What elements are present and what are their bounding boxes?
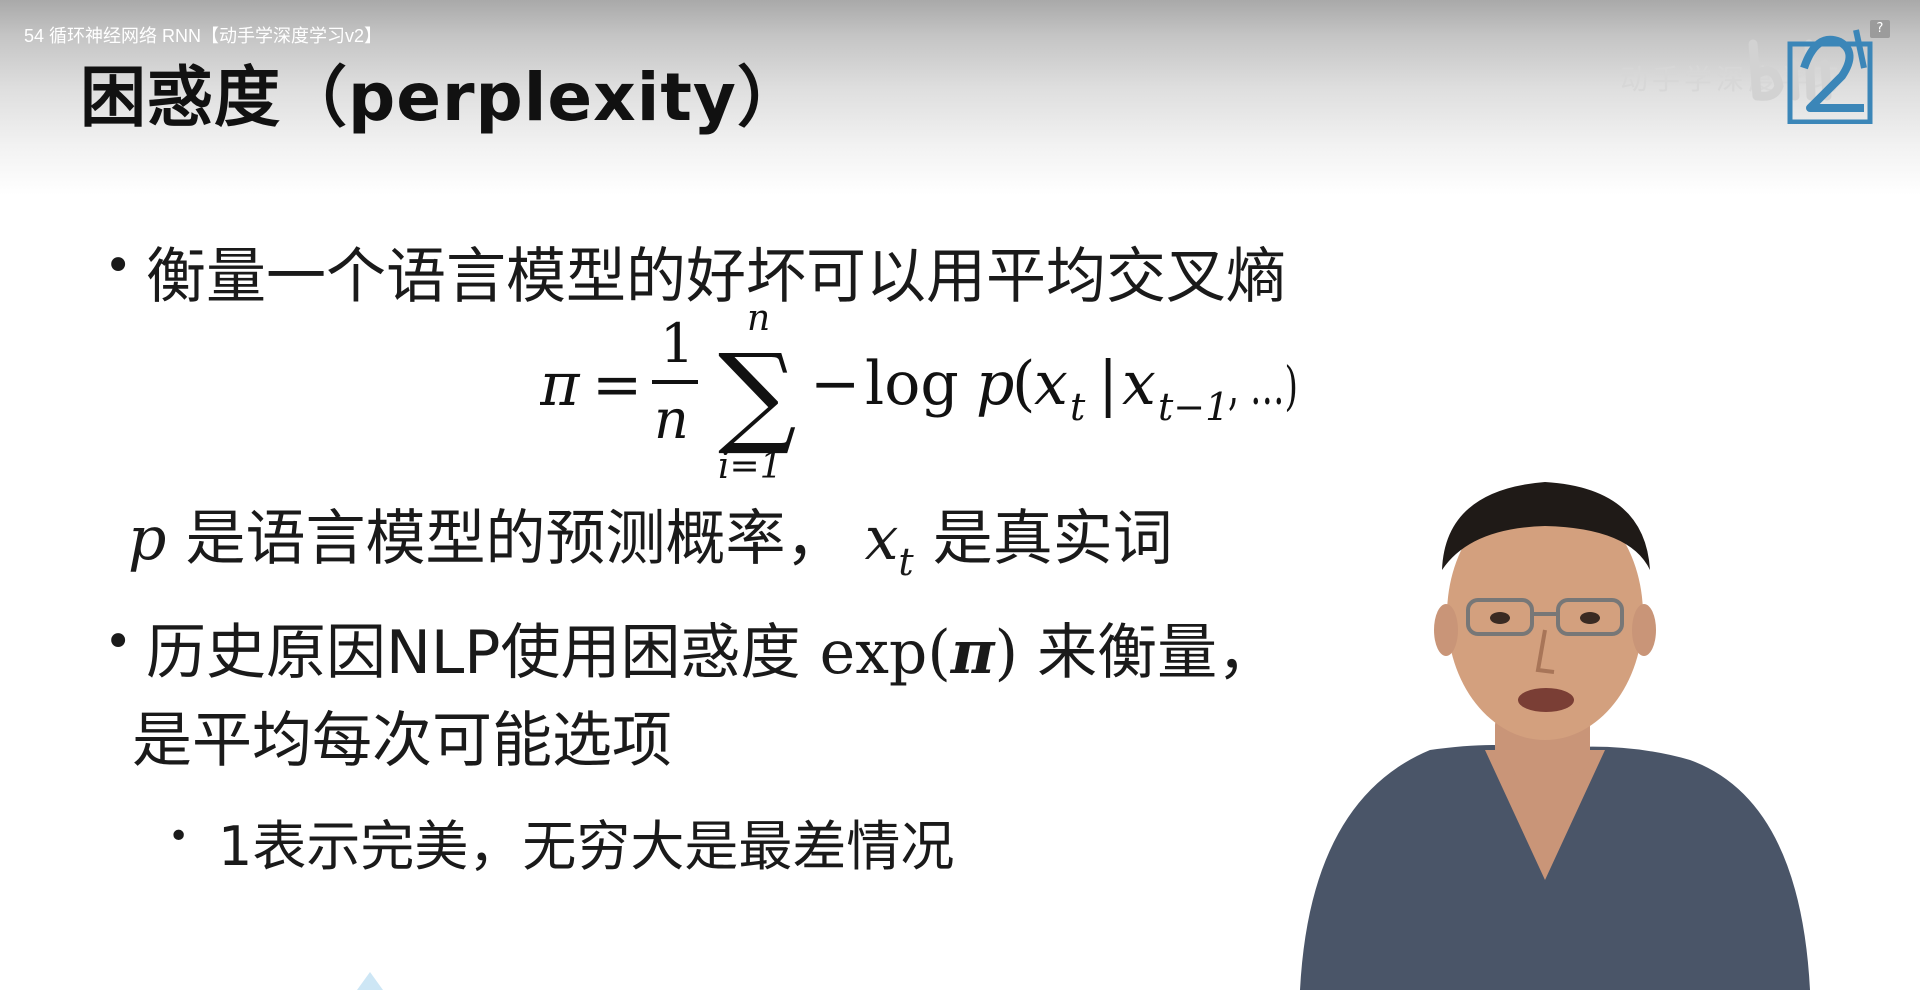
sub-bullet-dot: • bbox=[168, 816, 190, 857]
d2l-logo-icon bbox=[1787, 29, 1873, 124]
formula-minus: − bbox=[810, 349, 860, 419]
formula-p: p bbox=[976, 349, 1014, 419]
help-icon[interactable]: ? bbox=[1870, 20, 1890, 38]
bullet-2-text-a: 历史原因NLP使用困惑度 bbox=[146, 618, 801, 688]
explanation-text-b: 是真实词 bbox=[932, 504, 1173, 574]
formula-sum-symbol: ∑ bbox=[718, 330, 797, 458]
formula-x: x bbox=[1034, 349, 1068, 419]
formula-pi: π bbox=[540, 350, 581, 420]
formula-explanation: p 是语言模型的预测概率， xt 是真实词 bbox=[128, 490, 1173, 584]
var-p: p bbox=[128, 504, 167, 574]
formula-denominator: n bbox=[654, 388, 689, 451]
exp-open: exp( bbox=[819, 618, 951, 688]
formula-bar: | bbox=[1098, 349, 1118, 419]
explanation-text-a: 是语言模型的预测概率， bbox=[185, 504, 846, 574]
bullet-2-text-b: 来衡量， bbox=[1037, 618, 1278, 688]
exp-pi: π bbox=[950, 618, 995, 688]
formula-sub-t: t bbox=[1070, 385, 1086, 429]
formula-log: log bbox=[865, 349, 959, 419]
triangle-icon bbox=[357, 972, 383, 990]
var-x-sub: t bbox=[898, 540, 914, 584]
formula-numerator: 1 bbox=[660, 312, 694, 375]
bullet-dot-2: • bbox=[104, 614, 133, 670]
formula-rest: , …) bbox=[1228, 357, 1298, 417]
cross-entropy-formula: π = 1 n n ∑ i=1 − log p ( x t | x t−1 , … bbox=[540, 300, 1298, 487]
var-x: x bbox=[864, 504, 899, 574]
formula-sum-bottom: i=1 bbox=[718, 446, 783, 487]
exp-close: ) bbox=[994, 618, 1019, 688]
bullet-2-line-1: 历史原因NLP使用困惑度 exp(π) 来衡量， bbox=[146, 604, 1277, 691]
slide-title: 困惑度（perplexity） bbox=[80, 59, 804, 136]
formula-sub-t1: t−1 bbox=[1158, 385, 1229, 429]
presenter-video bbox=[1300, 482, 1810, 990]
video-frame[interactable]: 54 循环神经网络 RNN【动手学深度学习v2】 困惑度（perplexity）… bbox=[0, 0, 1920, 990]
formula-x2: x bbox=[1122, 349, 1156, 419]
bullet-2-line-2: 是平均每次可能选项 bbox=[132, 706, 672, 776]
bullet-dot-1: • bbox=[104, 238, 133, 294]
formula-open-paren: ( bbox=[1012, 349, 1035, 419]
sub-bullet-text: 1表示完美，无穷大是最差情况 bbox=[218, 815, 955, 878]
formula-equals: = bbox=[592, 350, 642, 420]
